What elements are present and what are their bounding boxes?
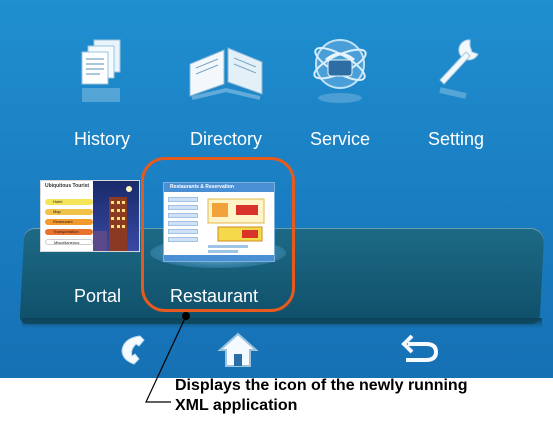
callout-leader-line [145, 312, 190, 403]
callout-line-2: XML application [175, 397, 298, 414]
callout-line-1: Displays the icon of the newly running [175, 377, 468, 394]
callout-annotation: Displays the icon of the newly running X… [175, 376, 553, 416]
